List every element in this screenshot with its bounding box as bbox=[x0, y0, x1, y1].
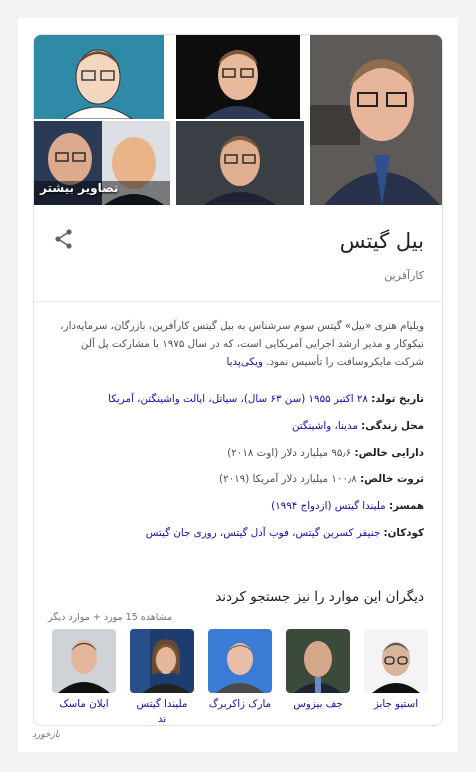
fact-net-worth: دارایی خالص: ۹۵٫۶ میلیارد دلار (اوت ۲۰۱۸… bbox=[54, 445, 424, 461]
entity-title: بیل گیتس bbox=[339, 229, 424, 253]
knowledge-panel-page: تصاویر بیشتر بیل گیتس کارآفرین ویلیام هن… bbox=[18, 18, 458, 752]
people-also-search-title: دیگران این موارد را نیز جستجو کردند bbox=[215, 589, 424, 605]
description-source-link[interactable]: ویکی‌پدیا bbox=[227, 356, 263, 368]
fact-wealth: ثروت خالص: ۱۰۰٫۸ میلیارد دلار آمریکا (۲۰… bbox=[54, 471, 424, 487]
knowledge-panel: تصاویر بیشتر بیل گیتس کارآفرین ویلیام هن… bbox=[33, 34, 443, 726]
person-name[interactable]: جف بیزوس bbox=[286, 697, 350, 712]
fact-label: محل زندگی: bbox=[361, 419, 424, 432]
person-name[interactable]: ملیندا گیتس ند bbox=[130, 697, 194, 725]
fact-value: ۹۵٫۶ میلیارد دلار (اوت ۲۰۱۸) bbox=[227, 446, 352, 459]
fact-residence: محل زندگی: مدینا، واشینگتن bbox=[54, 418, 424, 434]
image-portrait-dark[interactable] bbox=[176, 121, 304, 205]
image-portrait-black[interactable] bbox=[176, 35, 300, 119]
fact-label: کودکان: bbox=[383, 526, 425, 539]
image-main-portrait[interactable] bbox=[310, 35, 442, 205]
person-card-mark-zuckerberg[interactable]: مارک زاکربرگ bbox=[208, 629, 272, 712]
fact-value[interactable]: ملیندا گیتس (ازدواج ۱۹۹۴) bbox=[271, 500, 386, 512]
feedback-link[interactable]: بازخورد bbox=[32, 730, 60, 740]
person-name[interactable]: استیو جابز bbox=[364, 697, 428, 712]
fact-value[interactable]: مدینا، واشینگتن bbox=[292, 420, 358, 432]
person-card-steve-jobs[interactable]: استیو جابز bbox=[364, 629, 428, 712]
people-also-search-more-link[interactable]: مشاهده 15 مورد + موارد دیگر bbox=[48, 612, 172, 623]
fact-value[interactable]: ۲۸ اکتبر ۱۹۵۵ (سن ۶۳ سال)، سیاتل، ایالت … bbox=[108, 393, 368, 405]
image-with-trump[interactable]: تصاویر بیشتر bbox=[34, 121, 170, 205]
panel-header: بیل گیتس کارآفرین bbox=[34, 205, 442, 302]
fact-label: دارایی خالص: bbox=[354, 446, 424, 459]
fact-children: کودکان: جنیفر کسرین گیتس، فوب آدل گیتس، … bbox=[54, 525, 424, 541]
person-thumbnail[interactable] bbox=[286, 629, 350, 693]
person-name[interactable]: مارک زاکربرگ bbox=[208, 697, 272, 712]
fact-spouse: همسر: ملیندا گیتس (ازدواج ۱۹۹۴) bbox=[54, 498, 424, 514]
image-cartoon[interactable] bbox=[34, 35, 164, 119]
facts-list: تاریخ تولد: ۲۸ اکتبر ۱۹۵۵ (سن ۶۳ سال)، س… bbox=[54, 391, 424, 552]
entity-description: ویلیام هنری «بیل» گیتس سوم سرشناس به بیل… bbox=[54, 317, 424, 371]
person-card-melinda-gates[interactable]: ملیندا گیتس ند bbox=[130, 629, 194, 725]
person-thumbnail[interactable] bbox=[364, 629, 428, 693]
fact-label: ثروت خالص: bbox=[360, 473, 424, 486]
more-images-link[interactable]: تصاویر بیشتر bbox=[40, 181, 118, 195]
person-name[interactable]: ایلان ماسک bbox=[52, 697, 116, 712]
fact-value[interactable]: جنیفر کسرین گیتس، فوب آدل گیتس، روری جان… bbox=[146, 527, 380, 539]
person-card-jeff-bezos[interactable]: جف بیزوس bbox=[286, 629, 350, 712]
share-icon[interactable] bbox=[52, 227, 76, 251]
person-thumbnail[interactable] bbox=[52, 629, 116, 693]
fact-value: ۱۰۰٫۸ میلیارد دلار آمریکا (۲۰۱۹) bbox=[219, 473, 357, 486]
person-thumbnail[interactable] bbox=[208, 629, 272, 693]
fact-label: تاریخ تولد: bbox=[371, 393, 424, 405]
person-thumbnail[interactable] bbox=[130, 629, 194, 693]
fact-birth: تاریخ تولد: ۲۸ اکتبر ۱۹۵۵ (سن ۶۳ سال)، س… bbox=[54, 391, 424, 407]
entity-subtitle: کارآفرین bbox=[384, 269, 424, 282]
fact-label: همسر: bbox=[388, 500, 424, 513]
person-card-elon-musk[interactable]: ایلان ماسک bbox=[52, 629, 116, 712]
